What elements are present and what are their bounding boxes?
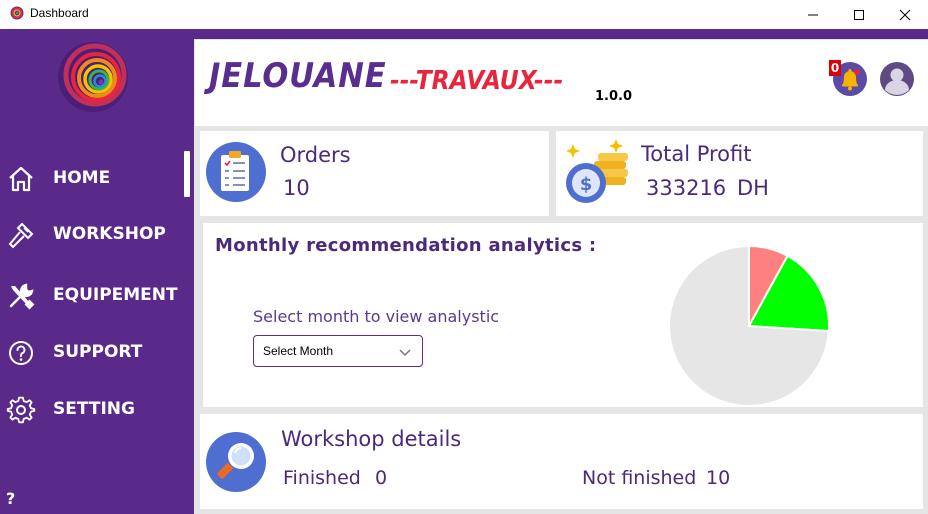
finished-label: Finished bbox=[283, 467, 361, 489]
profit-value: 333216 bbox=[646, 176, 727, 200]
workshop-title: Workshop details bbox=[281, 427, 462, 451]
maximize-icon bbox=[854, 9, 864, 20]
analytics-title: Monthly recommendation analytics : bbox=[215, 235, 597, 256]
sidebar-item-workshop[interactable]: WORKSHOP bbox=[0, 214, 194, 254]
minimize-button[interactable] bbox=[790, 0, 836, 29]
header: JELOUANE ---TRAVAUX--- 1.0.0 0 bbox=[195, 40, 928, 126]
app-logo-icon bbox=[10, 6, 24, 20]
workshop-card: Workshop details Finished 0 Not finished… bbox=[200, 414, 923, 509]
close-icon bbox=[899, 9, 911, 20]
svg-text:$: $ bbox=[580, 174, 593, 195]
orders-title: Orders bbox=[280, 143, 351, 167]
gear-icon bbox=[6, 396, 36, 424]
user-avatar-icon[interactable] bbox=[879, 61, 915, 97]
not-finished-label: Not finished bbox=[582, 467, 697, 489]
finished-value: 0 bbox=[375, 467, 388, 489]
select-month-label: Select month to view analystic bbox=[253, 307, 500, 326]
sidebar-item-equipement[interactable]: EQUIPEMENT bbox=[0, 275, 194, 315]
brand-subtitle: ---TRAVAUX--- bbox=[390, 66, 564, 96]
profit-title: Total Profit bbox=[641, 142, 752, 166]
clipboard-icon bbox=[206, 142, 266, 202]
minimize-icon bbox=[808, 14, 818, 15]
sidebar-item-label: HOME bbox=[53, 168, 111, 188]
close-button[interactable] bbox=[882, 0, 928, 29]
analytics-pie-chart bbox=[668, 245, 830, 407]
help-button[interactable]: ? bbox=[6, 489, 15, 508]
analytics-card: Monthly recommendation analytics : Selec… bbox=[203, 223, 923, 407]
orders-value: 10 bbox=[283, 176, 310, 200]
orders-card: Orders 10 bbox=[200, 131, 549, 216]
sidebar-item-setting[interactable]: SETTING bbox=[0, 389, 194, 429]
maximize-button[interactable] bbox=[836, 0, 882, 29]
sidebar-item-support[interactable]: SUPPORT bbox=[0, 332, 194, 372]
brand-title: JELOUANE bbox=[209, 56, 387, 96]
not-finished-value: 10 bbox=[706, 467, 731, 489]
home-icon bbox=[9, 166, 33, 192]
window-title: Dashboard bbox=[30, 6, 89, 20]
magnifier-icon bbox=[206, 432, 266, 492]
month-select-value: Select Month bbox=[263, 344, 334, 358]
company-logo bbox=[58, 42, 128, 112]
profit-card: $ Total Profit 333216 DH bbox=[556, 131, 923, 216]
sidebar: HOME WORKSHOP EQUIPEMENT SUPPORT SETTING… bbox=[0, 29, 194, 514]
profit-unit: DH bbox=[737, 176, 769, 200]
help-circle-icon bbox=[9, 341, 33, 365]
sidebar-item-label: SUPPORT bbox=[53, 342, 143, 362]
month-select[interactable]: Select Month bbox=[253, 335, 423, 367]
version-label: 1.0.0 bbox=[595, 89, 633, 104]
sidebar-item-label: SETTING bbox=[53, 399, 135, 419]
window-titlebar: Dashboard bbox=[0, 0, 928, 29]
hammer-icon bbox=[8, 222, 34, 249]
sidebar-item-home[interactable]: HOME bbox=[0, 158, 194, 198]
money-icon: $ bbox=[566, 139, 628, 203]
tools-icon bbox=[9, 283, 35, 310]
sidebar-item-label: WORKSHOP bbox=[53, 224, 166, 244]
sidebar-item-label: EQUIPEMENT bbox=[53, 285, 178, 305]
chevron-down-icon bbox=[399, 349, 411, 357]
notification-count-badge: 0 bbox=[829, 60, 841, 76]
